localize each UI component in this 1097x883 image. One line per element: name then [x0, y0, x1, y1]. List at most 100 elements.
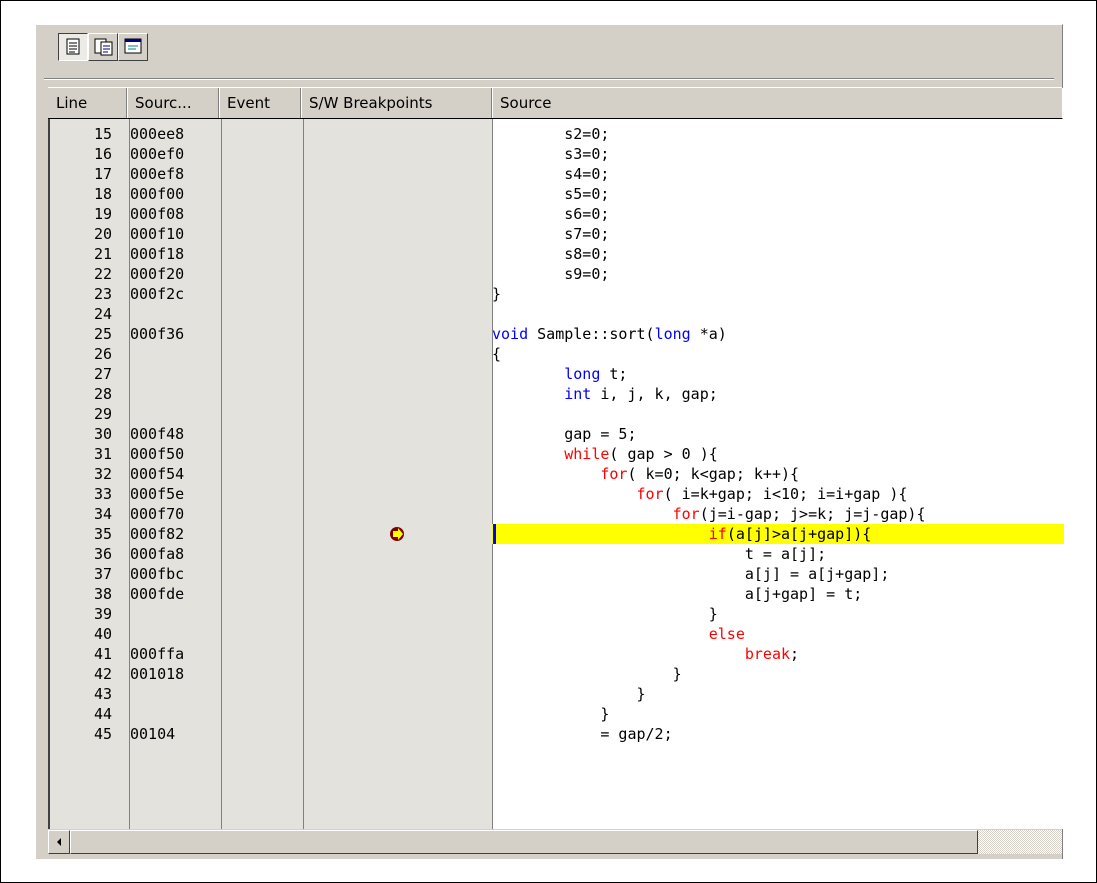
- source-address: 000f20: [130, 265, 185, 283]
- source-code-text[interactable]: a[j] = a[j+gap];: [492, 564, 890, 584]
- type-keyword: long: [654, 325, 691, 343]
- source-code-text[interactable]: for( i=k+gap; i<10; i=i+gap ){: [492, 484, 908, 504]
- scrollbar-thumb[interactable]: [70, 830, 978, 854]
- source-code-text[interactable]: s2=0;: [492, 124, 609, 144]
- source-code-text[interactable]: s3=0;: [492, 144, 609, 164]
- source-address: 00104: [130, 725, 176, 743]
- code-fragment: [492, 625, 709, 643]
- source-line-row[interactable]: 25 000f36 void Sample::sort(long *a): [50, 324, 1064, 344]
- source-code-text[interactable]: s9=0;: [492, 264, 609, 284]
- source-code-text[interactable]: for( k=0; k<gap; k++){: [492, 464, 799, 484]
- source-address: 000f08: [130, 205, 185, 223]
- scroll-left-button[interactable]: [48, 830, 70, 854]
- source-code-text[interactable]: }: [492, 284, 501, 304]
- source-code-text[interactable]: }: [492, 604, 718, 624]
- source-code-text[interactable]: void Sample::sort(long *a): [492, 324, 727, 344]
- source-code-text[interactable]: = gap/2;: [492, 724, 672, 744]
- source-line-row[interactable]: 35 000f82 if(a[j]>a[j+gap]){: [50, 524, 1064, 544]
- source-code-text[interactable]: long t;: [492, 364, 627, 384]
- line-number: 31: [93, 445, 112, 463]
- source-line-row[interactable]: 23 000f2c}: [50, 284, 1064, 304]
- source-line-row[interactable]: 16 000ef0 s3=0;: [50, 144, 1064, 164]
- line-number: 29: [93, 405, 112, 423]
- source-code-text[interactable]: s4=0;: [492, 164, 609, 184]
- source-code-text[interactable]: break;: [492, 644, 799, 664]
- control-keyword: else: [708, 625, 745, 643]
- source-line-row[interactable]: 31 000f50 while( gap > 0 ){: [50, 444, 1064, 464]
- control-keyword: for: [672, 505, 700, 523]
- source-line-row[interactable]: 41 000ffa break;: [50, 644, 1064, 664]
- source-address: 000ffa: [130, 645, 185, 663]
- source-code-text[interactable]: }: [492, 704, 609, 724]
- source-line-row[interactable]: 36 000fa8 t = a[j];: [50, 544, 1064, 564]
- source-code-text[interactable]: s7=0;: [492, 224, 609, 244]
- source-line-row[interactable]: 32 000f54 for( k=0; k<gap; k++){: [50, 464, 1064, 484]
- type-keyword: int: [564, 385, 592, 403]
- source-line-row[interactable]: 44 }: [50, 704, 1064, 724]
- source-line-row[interactable]: 45 00104 = gap/2;: [50, 724, 1064, 744]
- source-line-row[interactable]: 38 000fde a[j+gap] = t;: [50, 584, 1064, 604]
- source-grid: 15 000ee8 s2=0; 16 000ef0 s3=0; 17 000ef8 s4=…: [48, 119, 1064, 829]
- column-header-source-address[interactable]: Sourc...: [127, 88, 219, 118]
- source-line-row[interactable]: 29: [50, 404, 1064, 424]
- line-number: 21: [93, 245, 112, 263]
- source-line-row[interactable]: 37 000fbc a[j] = a[j+gap];: [50, 564, 1064, 584]
- source-code-text[interactable]: else: [492, 624, 745, 644]
- source-code-text[interactable]: for(j=i-gap; j>=k; j=j-gap){: [492, 504, 926, 524]
- line-number: 43: [93, 685, 112, 703]
- source-code-text[interactable]: }: [492, 684, 645, 704]
- source-view-button[interactable]: [58, 33, 88, 61]
- source-line-row[interactable]: 24: [50, 304, 1064, 324]
- mixed-view-button[interactable]: [88, 33, 118, 61]
- source-code-text[interactable]: {: [492, 344, 501, 364]
- column-header-sw-breakpoints[interactable]: S/W Breakpoints: [301, 88, 492, 118]
- source-line-row[interactable]: 28 int i, j, k, gap;: [50, 384, 1064, 404]
- horizontal-scrollbar[interactable]: [48, 829, 1062, 854]
- source-code-text[interactable]: while( gap > 0 ){: [492, 444, 718, 464]
- code-fragment: s3=0;: [492, 145, 610, 163]
- source-line-row[interactable]: 30 000f48 gap = 5;: [50, 424, 1064, 444]
- source-line-row[interactable]: 34 000f70 for(j=i-gap; j>=k; j=j-gap){: [50, 504, 1064, 524]
- source-code-text[interactable]: s8=0;: [492, 244, 609, 264]
- disassembly-view-button[interactable]: [118, 33, 148, 61]
- source-line-row[interactable]: 20 000f10 s7=0;: [50, 224, 1064, 244]
- source-line-row[interactable]: 22 000f20 s9=0;: [50, 264, 1064, 284]
- source-line-row[interactable]: 43 }: [50, 684, 1064, 704]
- source-line-row[interactable]: 21 000f18 s8=0;: [50, 244, 1064, 264]
- line-number: 42: [93, 665, 112, 683]
- source-code-text[interactable]: a[j+gap] = t;: [492, 584, 862, 604]
- source-line-row[interactable]: 26 {: [50, 344, 1064, 364]
- code-fragment: i, j, k, gap;: [591, 385, 718, 403]
- code-fragment: s7=0;: [492, 225, 610, 243]
- source-code-text[interactable]: int i, j, k, gap;: [492, 384, 718, 404]
- code-fragment: ( k=0; k<gap; k++){: [627, 465, 800, 483]
- source-address: 000f5e: [130, 485, 185, 503]
- source-line-row[interactable]: 42 001018 }: [50, 664, 1064, 684]
- code-fragment: [492, 525, 709, 543]
- source-code-text[interactable]: s6=0;: [492, 204, 609, 224]
- source-line-row[interactable]: 15 000ee8 s2=0;: [50, 124, 1064, 144]
- source-code-text[interactable]: }: [492, 664, 682, 684]
- source-line-row[interactable]: 40 else: [50, 624, 1064, 644]
- line-number: 44: [93, 705, 112, 723]
- source-code-text[interactable]: if(a[j]>a[j+gap]){: [492, 524, 872, 544]
- column-header-source[interactable]: Source: [492, 88, 1062, 118]
- source-address: 001018: [130, 665, 185, 683]
- view-toolbar: [36, 25, 1062, 85]
- code-fragment: Sample::sort(: [528, 325, 655, 343]
- control-keyword: if: [708, 525, 727, 543]
- source-code-text[interactable]: t = a[j];: [492, 544, 826, 564]
- source-line-row[interactable]: 19 000f08 s6=0;: [50, 204, 1064, 224]
- source-line-row[interactable]: 39 }: [50, 604, 1064, 624]
- source-code-text[interactable]: s5=0;: [492, 184, 609, 204]
- source-line-row[interactable]: 17 000ef8 s4=0;: [50, 164, 1064, 184]
- source-line-row[interactable]: 27 long t;: [50, 364, 1064, 384]
- line-number: 28: [93, 385, 112, 403]
- source-address: 000f82: [130, 525, 185, 543]
- source-line-row[interactable]: 33 000f5e for( i=k+gap; i<10; i=i+gap ){: [50, 484, 1064, 504]
- source-code-text[interactable]: gap = 5;: [492, 424, 636, 444]
- source-line-row[interactable]: 18 000f00 s5=0;: [50, 184, 1064, 204]
- column-header-line[interactable]: Line: [48, 88, 127, 118]
- code-fragment: ;: [790, 645, 800, 663]
- column-header-event[interactable]: Event: [219, 88, 301, 118]
